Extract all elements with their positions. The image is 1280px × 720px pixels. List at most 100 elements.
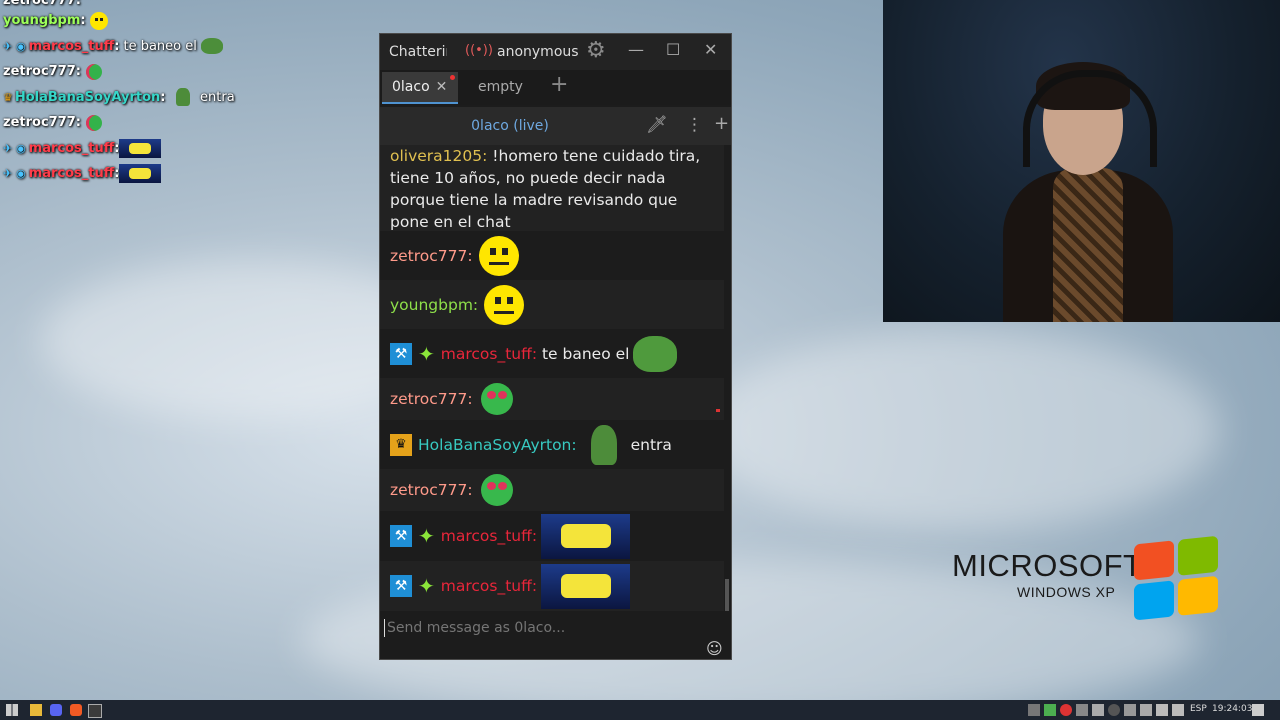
sparkle-badge-icon[interactable]: ✦ [418, 574, 435, 598]
message-text: entra [630, 435, 672, 454]
image-emote-icon [119, 138, 162, 158]
smile-emote-icon[interactable] [478, 235, 519, 276]
message-input[interactable] [384, 619, 689, 637]
heart-emote-icon[interactable] [480, 474, 513, 506]
tab-empty[interactable]: empty [468, 72, 533, 102]
brave-browser-icon[interactable] [70, 704, 82, 716]
tab-label: 0laco [392, 79, 430, 95]
crown-badge-icon[interactable]: ♛ [390, 433, 412, 456]
scroll-highlight-marker [716, 409, 720, 412]
stream-chat-overlay: zetroc777: youngbpm: ✈ ◉ marcos_tuff: te… [0, 0, 380, 187]
title-bar[interactable]: Chatterino ((•)) anonymous ⚙ — ☐ ✕ [380, 34, 731, 70]
chat-message[interactable]: youngbpm: [380, 280, 724, 329]
clock[interactable]: 19:24:03 [1212, 704, 1252, 714]
tray-icon[interactable] [1124, 704, 1136, 716]
tray-icon[interactable] [1092, 704, 1104, 716]
message-list[interactable]: olivera1205: !homero tene cuidado tira, … [380, 145, 731, 611]
message-username[interactable]: marcos_tuff: [441, 527, 537, 545]
message-username[interactable]: youngbpm: [390, 296, 478, 314]
overlay-line: zetroc777: [0, 59, 380, 85]
chat-message[interactable]: ⚒ ✦ marcos_tuff: [380, 511, 724, 561]
taskbar: ESP 19:24:03 [0, 700, 1280, 720]
overlay-line-partial: zetroc777: [3, 0, 81, 8]
tab-label: empty [478, 79, 523, 95]
chat-message[interactable]: olivera1205: !homero tene cuidado tira, … [380, 145, 724, 231]
moderation-sword-icon[interactable]: 🗡 [646, 115, 668, 135]
chatterino-window: Chatterino ((•)) anonymous ⚙ — ☐ ✕ 0laco… [379, 33, 732, 660]
crown-badge-icon: ♛ [3, 90, 13, 104]
tray-icon[interactable] [1044, 704, 1056, 716]
message-text: te baneo el [541, 344, 630, 363]
tab-notification-dot [450, 75, 455, 80]
sparkle-badge-icon[interactable]: ✦ [418, 342, 435, 366]
tab-close-icon[interactable]: ✕ [436, 79, 448, 95]
maximize-icon[interactable]: ☐ [666, 40, 680, 59]
message-username[interactable]: zetroc777: [390, 481, 473, 499]
account-switcher[interactable]: anonymous [497, 44, 579, 60]
window-title: Chatterino [389, 44, 447, 60]
overlay-line: zetroc777: [0, 110, 380, 136]
close-icon[interactable]: ✕ [704, 40, 717, 59]
overlay-username: marcos_tuff [28, 140, 115, 156]
overlay-message: entra [200, 89, 235, 105]
chat-message[interactable]: zetroc777: [380, 378, 724, 420]
network-icon[interactable] [1156, 704, 1168, 716]
message-username[interactable]: olivera1205: [390, 147, 487, 165]
message-input-area: ☺ [380, 611, 731, 659]
pepe-emote-icon [200, 38, 223, 55]
mod-badge-icon: ✈ ◉ [3, 141, 26, 155]
emoji-picker-icon[interactable]: ☺ [706, 639, 723, 658]
message-username[interactable]: HolaBanaSoyAyrton: [418, 436, 577, 454]
overlay-line: ♛ HolaBanaSoyAyrton: entra [3, 88, 235, 107]
heart-emote-icon [85, 114, 102, 131]
file-explorer-icon[interactable] [30, 704, 42, 716]
add-split-icon[interactable]: + [714, 113, 729, 134]
chat-message[interactable]: zetroc777: [380, 231, 724, 280]
scrollbar-thumb[interactable] [725, 579, 729, 611]
tray-icon[interactable] [1076, 704, 1088, 716]
minimize-icon[interactable]: — [628, 40, 644, 59]
language-indicator[interactable]: ESP [1190, 704, 1207, 714]
channel-title[interactable]: 0laco (live) [380, 118, 640, 134]
heart-emote-icon[interactable] [480, 383, 513, 415]
moderator-badge-icon[interactable]: ⚒ [390, 575, 412, 597]
overlay-message: te baneo el [123, 38, 197, 54]
message-username[interactable]: marcos_tuff: [441, 577, 537, 595]
moderator-badge-icon[interactable]: ⚒ [390, 342, 412, 365]
more-options-icon[interactable]: ⋮ [686, 115, 703, 135]
image-emote-icon [119, 164, 162, 184]
overlay-username: marcos_tuff [28, 38, 115, 54]
windows-xp-logo: MICROSOFT WINDOWS XP [952, 535, 1252, 628]
background-cloud [700, 330, 1220, 530]
chat-message[interactable]: ♛ HolaBanaSoyAyrton: entra [380, 420, 724, 469]
notifications-icon[interactable] [1252, 704, 1264, 716]
pepe-emote-icon[interactable] [633, 335, 678, 372]
live-broadcast-icon[interactable]: ((•)) [465, 43, 493, 58]
pepe-standing-emote-icon[interactable] [590, 424, 617, 465]
tray-icon[interactable] [1028, 704, 1040, 716]
tab-0laco[interactable]: 0laco ✕ [382, 72, 458, 104]
tray-icon[interactable] [1140, 704, 1152, 716]
smile-emote-icon[interactable] [484, 284, 525, 325]
image-emote-icon[interactable] [541, 563, 631, 609]
discord-icon[interactable] [50, 704, 62, 716]
image-emote-icon[interactable] [541, 513, 631, 559]
chat-message[interactable]: zetroc777: [380, 469, 724, 511]
message-username[interactable]: marcos_tuff: [441, 345, 537, 363]
add-tab-icon[interactable]: + [550, 72, 568, 97]
volume-icon[interactable] [1172, 704, 1184, 716]
start-icon[interactable] [6, 704, 18, 716]
settings-gear-icon[interactable]: ⚙ [586, 38, 606, 63]
moderator-badge-icon[interactable]: ⚒ [390, 525, 412, 547]
tray-icon[interactable] [1108, 704, 1120, 716]
chatterino-taskbar-icon[interactable] [88, 704, 102, 718]
overlay-line: ✈ ◉ marcos_tuff: te baneo el [0, 34, 380, 60]
chat-message[interactable]: ⚒ ✦ marcos_tuff: te baneo el [380, 329, 724, 378]
message-username[interactable]: zetroc777: [390, 247, 473, 265]
sparkle-badge-icon[interactable]: ✦ [418, 524, 435, 548]
message-username[interactable]: zetroc777: [390, 390, 473, 408]
chat-message[interactable]: ⚒ ✦ marcos_tuff: [380, 561, 724, 611]
overlay-username: youngbpm [3, 13, 81, 29]
overlay-line: youngbpm: [0, 8, 380, 34]
tray-icon[interactable] [1060, 704, 1072, 716]
